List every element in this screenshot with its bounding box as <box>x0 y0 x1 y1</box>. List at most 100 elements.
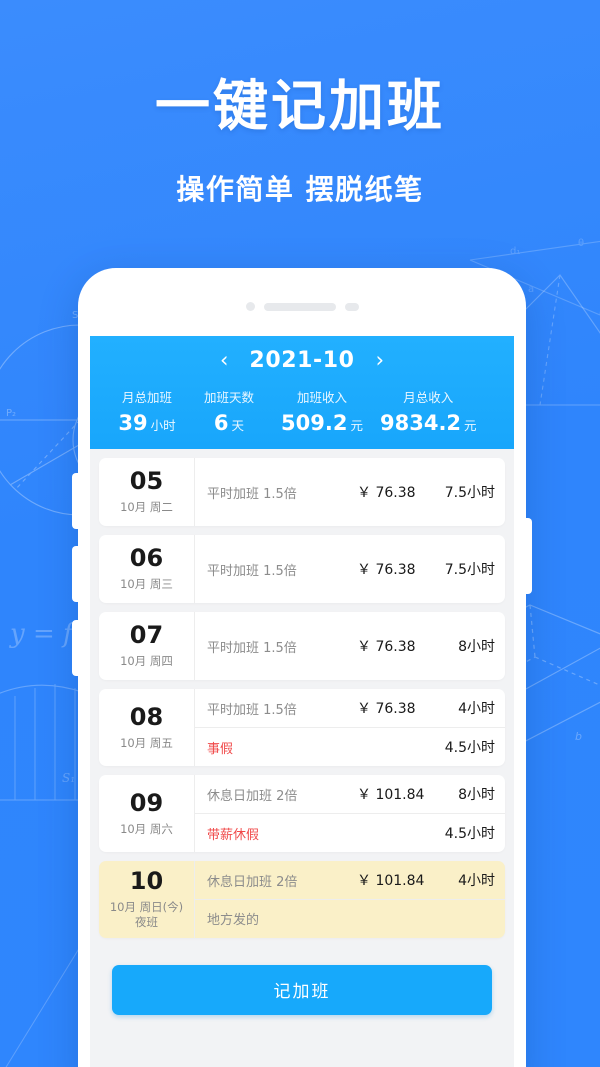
day-column: 10 10月 周日(今) 夜班 <box>99 861 194 938</box>
promo-page: S₁ P₂ γ M₃ α y = f(x) f(x) S₁ d₁ θ a <box>0 0 600 1067</box>
entry-type-label: 事假 <box>207 741 234 757</box>
stat-unit: 元 <box>464 418 477 433</box>
svg-text:a: a <box>528 284 534 295</box>
promo-text-block: 一键记加班 操作简单 摆脱纸笔 <box>0 0 600 208</box>
day-record-card[interactable]: 05 10月 周二 平时加班 1.5倍 ￥ 76.38 7.5小时 <box>99 458 505 526</box>
overtime-entry[interactable]: 平时加班 1.5倍 ￥ 76.38 7.5小时 <box>195 473 505 511</box>
stat-number: 509.2 <box>281 411 348 435</box>
svg-text:b: b <box>575 730 582 743</box>
entry-amount: ￥ 76.38 <box>357 639 416 655</box>
day-number: 08 <box>129 702 164 731</box>
svg-text:S₁: S₁ <box>62 771 75 785</box>
page-title: 一键记加班 <box>154 74 445 138</box>
day-weekday-label: 10月 周二 <box>120 500 173 515</box>
svg-text:θ: θ <box>578 238 584 249</box>
day-weekday-label: 10月 周五 <box>120 735 173 750</box>
summary-stats: 月总加班 39 小时 加班天数 6 天加班收入 509.2 元月总收入 9834.2 元 <box>90 387 514 435</box>
entry-amount: ￥ 76.38 <box>357 562 416 578</box>
day-record-card[interactable]: 07 10月 周四 平时加班 1.5倍 ￥ 76.38 8小时 <box>99 612 505 680</box>
stat-label: 月总加班 <box>121 390 172 405</box>
overtime-entry[interactable]: 休息日加班 2倍 ￥ 101.84 4小时 <box>195 861 505 899</box>
day-weekday-label: 10月 周六 <box>120 821 173 836</box>
entry-type-label: 带薪休假 <box>207 827 260 843</box>
day-column: 05 10月 周二 <box>99 458 194 526</box>
entry-type-label: 平时加班 1.5倍 <box>207 486 297 502</box>
overtime-entry[interactable]: 平时加班 1.5倍 ￥ 76.38 4小时 <box>195 689 505 727</box>
day-weekday-label: 10月 周日(今) 夜班 <box>109 899 184 930</box>
sensor-icon <box>344 302 359 311</box>
entry-column: 休息日加班 2倍 ￥ 101.84 8小时带薪休假 4.5小时 <box>194 775 505 852</box>
entry-hours: 8小时 <box>458 639 495 655</box>
entry-amount: ￥ 101.84 <box>357 873 425 890</box>
stat-value: 6天 <box>188 411 270 435</box>
overtime-entry[interactable]: 事假 4.5小时 <box>195 727 505 766</box>
overtime-entry[interactable]: 平时加班 1.5倍 ￥ 76.38 8小时 <box>195 627 505 665</box>
phone-notch <box>78 302 526 311</box>
day-number: 06 <box>129 544 164 573</box>
month-navigator: ‹ 2021-10 › <box>90 348 514 373</box>
stat-unit: 元 <box>350 418 363 433</box>
entry-hours: 7.5小时 <box>444 562 495 578</box>
entry-hours: 4小时 <box>458 701 495 717</box>
next-month-icon[interactable]: › <box>372 348 388 373</box>
stat-item: 月总加班 39 小时 <box>100 387 188 435</box>
entry-hours: 8小时 <box>458 787 495 803</box>
entry-type-label: 地方发的 <box>207 913 260 929</box>
phone-mockup: ‹ 2021-10 › 月总加班 39 小时 加班天数 6 天加班收入 509.2 元月总收入… <box>72 268 532 1067</box>
camera-icon <box>245 302 255 311</box>
cta-container: 记加班 <box>90 947 514 1015</box>
stat-number: 39 <box>118 411 148 435</box>
stat-label: 加班天数 <box>203 390 254 405</box>
entry-hours: 4.5小时 <box>444 826 495 842</box>
stat-label: 加班收入 <box>296 390 347 405</box>
day-record-card[interactable]: 08 10月 周五 平时加班 1.5倍 ￥ 76.38 4小时事假 4.5小时 <box>99 689 505 766</box>
overtime-entry[interactable]: 平时加班 1.5倍 ￥ 76.38 7.5小时 <box>195 550 505 588</box>
stat-item: 加班天数 6 天 <box>188 387 270 435</box>
entry-amount: ￥ 76.38 <box>357 701 416 717</box>
day-weekday-label: 10月 周三 <box>120 577 173 592</box>
entry-column: 平时加班 1.5倍 ￥ 76.38 7.5小时 <box>194 458 505 526</box>
overtime-entry[interactable]: 带薪休假 4.5小时 <box>195 813 505 852</box>
phone-button-volume-up <box>72 473 80 529</box>
entry-type-label: 休息日加班 2倍 <box>207 874 298 890</box>
page-subtitle: 操作简单 摆脱纸笔 <box>176 172 424 206</box>
current-month-label: 2021-10 <box>249 348 355 373</box>
phone-button-extra <box>72 620 80 676</box>
app-screen: ‹ 2021-10 › 月总加班 39 小时 加班天数 6 天加班收入 509.2 元月总收入… <box>90 336 514 1067</box>
entry-column: 休息日加班 2倍 ￥ 101.84 4小时 地方发的 <box>194 861 505 938</box>
stat-item: 月总收入 9834.2 元 <box>374 387 477 435</box>
phone-button-volume-down <box>72 546 80 602</box>
entry-hours: 7.5小时 <box>444 485 495 501</box>
stat-value: 509.2 元 <box>270 411 374 435</box>
day-column: 07 10月 周四 <box>99 612 194 680</box>
day-record-card[interactable]: 09 10月 周六 休息日加班 2倍 ￥ 101.84 8小时 带薪休假 4.5小时 <box>99 775 505 852</box>
record-overtime-button[interactable]: 记加班 <box>112 964 492 1015</box>
entry-amount: ￥ 101.84 <box>357 787 425 803</box>
stat-number: 9834.2 <box>380 411 462 435</box>
day-record-card[interactable]: 10 10月 周日(今) 夜班 休息日加班 2倍 ￥ 101.84 4小时 地方发的 <box>99 861 505 938</box>
entry-column: 平时加班 1.5倍 ￥ 76.38 7.5小时 <box>194 535 505 603</box>
day-record-card[interactable]: 06 10月 周三 平时加班 1.5倍 ￥ 76.38 7.5小时 <box>99 535 505 603</box>
prev-month-icon[interactable]: ‹ <box>216 348 232 373</box>
entry-amount: ￥ 76.38 <box>357 485 416 501</box>
entry-hours: 4.5小时 <box>444 740 495 756</box>
entry-column: 平时加班 1.5倍 ￥ 76.38 4小时事假 4.5小时 <box>194 689 505 766</box>
overtime-entry[interactable]: 休息日加班 2倍 ￥ 101.84 8小时 <box>195 775 505 813</box>
day-number: 10 <box>129 867 164 895</box>
day-weekday-label: 10月 周四 <box>120 654 173 669</box>
stat-value: 39 小时 <box>106 411 188 435</box>
day-column: 08 10月 周五 <box>99 689 194 766</box>
entry-type-label: 平时加班 1.5倍 <box>207 702 297 718</box>
stat-label: 月总收入 <box>403 390 454 405</box>
svg-text:P₂: P₂ <box>6 408 16 419</box>
overtime-entry[interactable]: 地方发的 <box>195 899 505 937</box>
stat-value: 9834.2 元 <box>380 411 477 435</box>
entry-type-label: 平时加班 1.5倍 <box>207 563 297 579</box>
entry-column: 平时加班 1.5倍 ￥ 76.38 8小时 <box>194 612 505 680</box>
svg-text:d₁: d₁ <box>510 246 520 257</box>
entry-type-label: 休息日加班 2倍 <box>207 788 298 804</box>
stat-unit: 天 <box>231 418 245 433</box>
stat-unit: 小时 <box>150 418 176 433</box>
day-column: 06 10月 周三 <box>99 535 194 603</box>
entry-type-label: 平时加班 1.5倍 <box>207 640 297 656</box>
